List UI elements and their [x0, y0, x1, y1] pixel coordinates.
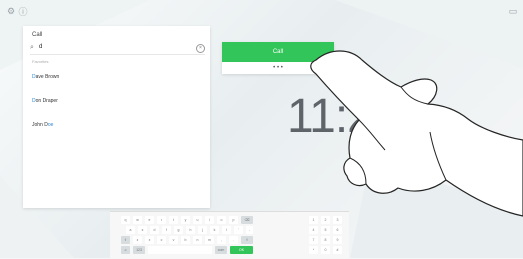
pointing-hand-illustration — [310, 50, 523, 217]
